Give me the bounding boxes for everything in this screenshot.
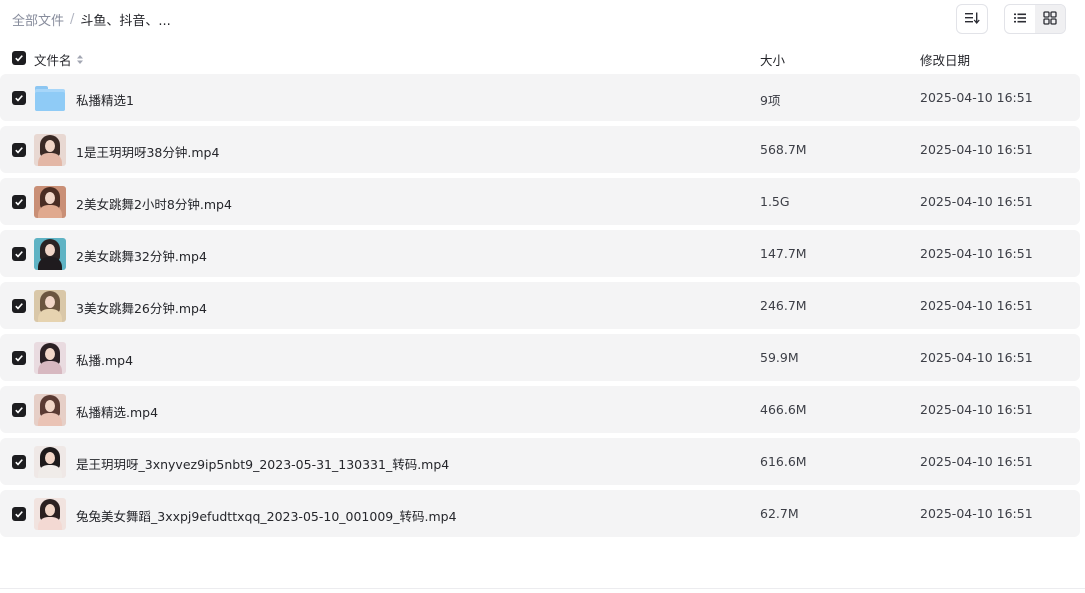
file-name[interactable]: 2美女跳舞2小时8分钟.mp4 xyxy=(76,194,232,213)
row-checkbox[interactable] xyxy=(12,351,26,365)
column-name-label: 文件名 xyxy=(34,53,72,68)
file-size: 568.7M xyxy=(760,142,807,157)
sort-arrows-icon xyxy=(76,54,84,65)
folder-icon xyxy=(34,82,66,114)
video-thumbnail xyxy=(34,394,66,426)
breadcrumb-root[interactable]: 全部文件 xyxy=(12,10,64,29)
file-modified-date: 2025-04-10 16:51 xyxy=(920,298,1033,313)
grid-view-icon xyxy=(1043,10,1057,28)
row-checkbox[interactable] xyxy=(12,299,26,313)
checkmark-icon xyxy=(15,303,23,310)
row-checkbox[interactable] xyxy=(12,143,26,157)
row-checkbox[interactable] xyxy=(12,403,26,417)
file-name[interactable]: 兔兔美女舞蹈_3xxpj9efudttxqq_2023-05-10_001009… xyxy=(76,506,457,525)
file-row[interactable]: 私播精选.mp4 466.6M 2025-04-10 16:51 xyxy=(0,386,1080,433)
file-name[interactable]: 1是王玥玥呀38分钟.mp4 xyxy=(76,142,219,161)
checkmark-icon xyxy=(15,95,23,102)
file-modified-date: 2025-04-10 16:51 xyxy=(920,454,1033,469)
view-switch xyxy=(1004,4,1066,34)
checkmark-icon xyxy=(15,147,23,154)
checkmark-icon xyxy=(15,199,23,206)
row-checkbox[interactable] xyxy=(12,455,26,469)
file-modified-date: 2025-04-10 16:51 xyxy=(920,246,1033,261)
file-size: 1.5G xyxy=(760,194,790,209)
file-row[interactable]: 2美女跳舞32分钟.mp4 147.7M 2025-04-10 16:51 xyxy=(0,230,1080,277)
select-all-checkbox[interactable] xyxy=(12,51,26,65)
breadcrumb: 全部文件 / 斗鱼、抖音、... xyxy=(12,10,171,29)
row-checkbox[interactable] xyxy=(12,507,26,521)
file-size: 147.7M xyxy=(760,246,807,261)
column-header-size[interactable]: 大小 xyxy=(760,50,785,69)
checkmark-icon xyxy=(15,55,23,62)
video-thumbnail xyxy=(34,290,66,322)
file-size: 62.7M xyxy=(760,506,799,521)
file-name[interactable]: 2美女跳舞32分钟.mp4 xyxy=(76,246,207,265)
breadcrumb-current: 斗鱼、抖音、... xyxy=(80,14,171,29)
checkmark-icon xyxy=(15,355,23,362)
row-checkbox[interactable] xyxy=(12,195,26,209)
video-thumbnail xyxy=(34,238,66,270)
file-name[interactable]: 私播.mp4 xyxy=(76,350,133,369)
checkmark-icon xyxy=(15,251,23,258)
file-name[interactable]: 是王玥玥呀_3xnyvez9ip5nbt9_2023-05-31_130331_… xyxy=(76,454,449,473)
file-name[interactable]: 私播精选1 xyxy=(76,90,134,109)
checkmark-icon xyxy=(15,459,23,466)
grid-view-button[interactable] xyxy=(1035,5,1065,33)
checkmark-icon xyxy=(15,511,23,518)
table-header: 文件名 大小 修改日期 xyxy=(0,40,1085,74)
file-modified-date: 2025-04-10 16:51 xyxy=(920,90,1033,105)
file-size: 9项 xyxy=(760,93,781,108)
file-modified-date: 2025-04-10 16:51 xyxy=(920,350,1033,365)
file-row[interactable]: 1是王玥玥呀38分钟.mp4 568.7M 2025-04-10 16:51 xyxy=(0,126,1080,173)
file-size: 466.6M xyxy=(760,402,807,417)
file-row[interactable]: 是王玥玥呀_3xnyvez9ip5nbt9_2023-05-31_130331_… xyxy=(0,438,1080,485)
file-modified-date: 2025-04-10 16:51 xyxy=(920,506,1033,521)
column-header-name[interactable]: 文件名 xyxy=(34,50,84,69)
checkmark-icon xyxy=(15,407,23,414)
top-bar: 全部文件 / 斗鱼、抖音、... xyxy=(0,0,1085,38)
list-view-button[interactable] xyxy=(1005,5,1035,33)
video-thumbnail xyxy=(34,342,66,374)
file-row[interactable]: 2美女跳舞2小时8分钟.mp4 1.5G 2025-04-10 16:51 xyxy=(0,178,1080,225)
row-checkbox[interactable] xyxy=(12,91,26,105)
sort-list-icon xyxy=(964,11,980,28)
breadcrumb-separator: / xyxy=(70,12,75,27)
video-thumbnail xyxy=(34,186,66,218)
file-row[interactable]: 私播精选1 9项 2025-04-10 16:51 xyxy=(0,74,1080,121)
file-name[interactable]: 3美女跳舞26分钟.mp4 xyxy=(76,298,207,317)
file-row[interactable]: 私播.mp4 59.9M 2025-04-10 16:51 xyxy=(0,334,1080,381)
file-size: 246.7M xyxy=(760,298,807,313)
file-modified-date: 2025-04-10 16:51 xyxy=(920,402,1033,417)
divider xyxy=(0,588,1085,589)
video-thumbnail xyxy=(34,498,66,530)
file-modified-date: 2025-04-10 16:51 xyxy=(920,142,1033,157)
file-modified-date: 2025-04-10 16:51 xyxy=(920,194,1033,209)
file-name[interactable]: 私播精选.mp4 xyxy=(76,402,158,421)
file-size: 59.9M xyxy=(760,350,799,365)
video-thumbnail xyxy=(34,446,66,478)
file-size: 616.6M xyxy=(760,454,807,469)
file-row[interactable]: 兔兔美女舞蹈_3xxpj9efudttxqq_2023-05-10_001009… xyxy=(0,490,1080,537)
file-row[interactable]: 3美女跳舞26分钟.mp4 246.7M 2025-04-10 16:51 xyxy=(0,282,1080,329)
row-checkbox[interactable] xyxy=(12,247,26,261)
list-view-icon xyxy=(1013,12,1027,27)
sort-button[interactable] xyxy=(956,4,988,34)
column-header-modified[interactable]: 修改日期 xyxy=(920,50,970,69)
video-thumbnail xyxy=(34,134,66,166)
